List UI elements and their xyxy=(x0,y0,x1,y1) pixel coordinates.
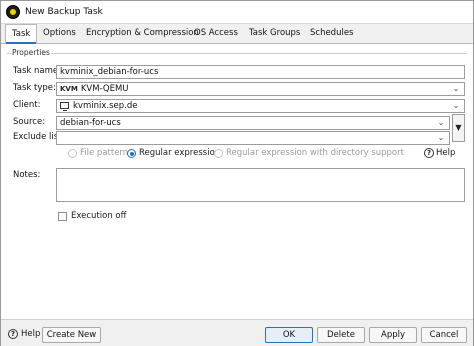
execution-off-row[interactable]: Execution off xyxy=(58,211,126,221)
notes-label: Notes: xyxy=(13,170,41,180)
question-circle-icon: ? xyxy=(424,148,434,158)
source-menu-button[interactable]: ▼ xyxy=(452,114,465,142)
apply-button[interactable]: Apply xyxy=(369,327,417,343)
monitor-icon xyxy=(60,102,69,111)
tab-task[interactable]: Task xyxy=(5,24,38,45)
tab-encryption-compression[interactable]: Encryption & Compression xyxy=(80,24,205,44)
create-new-button[interactable]: Create New xyxy=(42,327,101,343)
help-link-label: Help xyxy=(436,148,456,158)
client-select[interactable]: kvminix.sep.de ⌄ xyxy=(56,99,465,113)
task-name-input[interactable] xyxy=(60,66,424,78)
footer-help-button[interactable]: ? Help xyxy=(8,329,40,339)
help-link[interactable]: ? Help xyxy=(424,148,455,158)
client-label: Client: xyxy=(13,100,41,110)
properties-group-rule xyxy=(7,53,467,54)
tab-schedules[interactable]: Schedules xyxy=(304,24,360,44)
backup-task-window: New Backup Task Task Options Encryption … xyxy=(0,0,474,346)
source-label: Source: xyxy=(13,117,46,127)
execution-off-label: Execution off xyxy=(71,211,127,221)
radio-regex-directory: Regular expression with directory suppor… xyxy=(214,148,404,158)
task-type-label: Task type: xyxy=(13,83,56,93)
task-type-value: KVM-QEMU xyxy=(80,84,129,94)
radio-dot[interactable] xyxy=(127,148,136,158)
tab-bar: Task Options Encryption & Compression OS… xyxy=(1,24,473,45)
tab-os-access[interactable]: OS Access xyxy=(188,24,244,44)
task-type-select[interactable]: KVM KVM-QEMU ⌄ xyxy=(56,82,465,96)
source-select[interactable]: debian-for-ucs ⌄ xyxy=(56,116,450,130)
source-value: debian-for-ucs xyxy=(60,118,121,128)
radio-regex-directory-label: Regular expression with directory suppor… xyxy=(226,148,404,158)
kvm-icon: KVM xyxy=(60,85,78,93)
radio-regular-expression[interactable]: Regular expression xyxy=(127,148,220,158)
radio-file-pattern: File pattern xyxy=(68,148,128,158)
dialog-footer: ? Help Create New OK Delete Apply Cancel xyxy=(1,319,473,346)
execution-off-checkbox[interactable] xyxy=(58,211,67,221)
question-circle-icon: ? xyxy=(8,329,18,339)
task-name-field[interactable] xyxy=(56,65,465,79)
tab-task-groups[interactable]: Task Groups xyxy=(243,24,306,44)
app-logo-icon xyxy=(6,5,20,19)
cancel-button[interactable]: Cancel xyxy=(421,327,467,343)
delete-button[interactable]: Delete xyxy=(317,327,365,343)
radio-dot xyxy=(214,148,223,158)
ok-button[interactable]: OK xyxy=(265,327,313,343)
chevron-down-icon[interactable]: ⌄ xyxy=(451,83,461,95)
radio-dot xyxy=(68,148,77,158)
task-name-label: Task name: xyxy=(13,66,62,76)
footer-help-label: Help xyxy=(21,329,41,339)
exclude-list-select[interactable]: ⌄ xyxy=(56,131,450,145)
chevron-down-icon[interactable]: ⌄ xyxy=(436,117,446,129)
window-title: New Backup Task xyxy=(25,7,103,17)
radio-file-pattern-label: File pattern xyxy=(80,148,129,158)
properties-group-title: Properties xyxy=(11,48,51,57)
notes-textarea[interactable] xyxy=(56,168,465,202)
tab-options[interactable]: Options xyxy=(37,24,82,44)
radio-regular-expression-label: Regular expression xyxy=(139,148,221,158)
title-bar: New Backup Task xyxy=(1,1,473,24)
triangle-down-icon: ▼ xyxy=(455,123,462,132)
chevron-down-icon[interactable]: ⌄ xyxy=(451,100,461,112)
task-panel: Properties Task name: Task type: KVMKVM-… xyxy=(1,44,473,319)
client-value: kvminix.sep.de xyxy=(73,101,138,111)
chevron-down-icon[interactable]: ⌄ xyxy=(436,132,446,144)
